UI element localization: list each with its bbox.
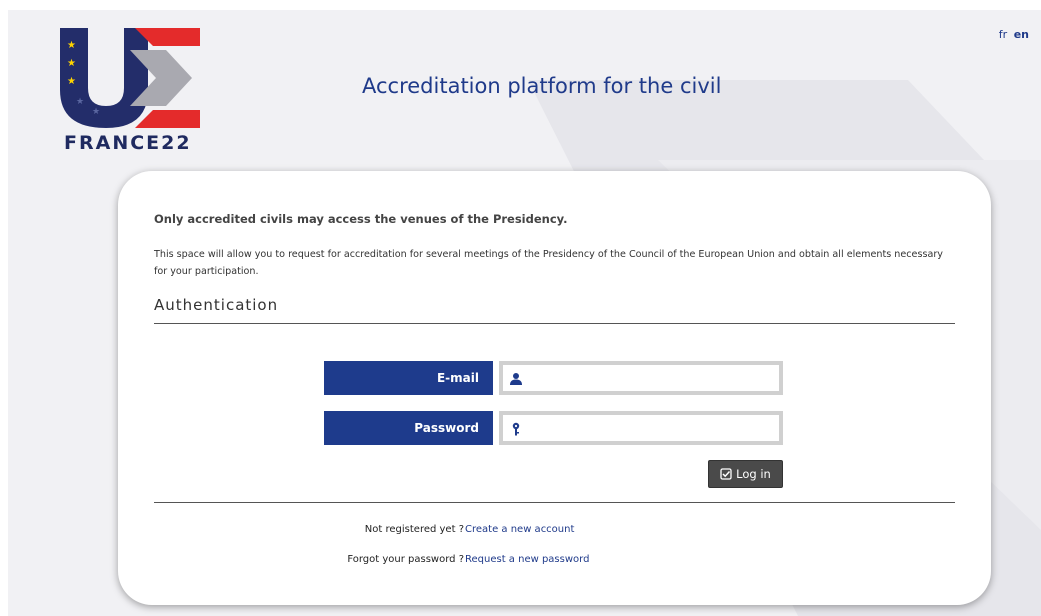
lang-fr[interactable]: fr [999, 28, 1007, 41]
email-input[interactable] [503, 365, 779, 391]
platform-title: Accreditation platform for the civil [362, 74, 722, 98]
login-card: Only accredited civils may access the ve… [118, 171, 991, 605]
svg-text:★: ★ [76, 97, 84, 107]
create-account-link[interactable]: Create a new account [465, 524, 574, 535]
authentication-heading: Authentication [154, 296, 279, 314]
password-label: Password [324, 411, 493, 445]
check-square-icon [720, 468, 732, 480]
divider [154, 323, 955, 324]
password-field-wrapper [499, 411, 783, 445]
lang-en[interactable]: en [1014, 28, 1029, 41]
forgot-row: Forgot your password ? Request a new pas… [118, 554, 991, 570]
register-question: Not registered yet ? [364, 524, 464, 535]
svg-text:★: ★ [67, 58, 76, 69]
request-password-link[interactable]: Request a new password [465, 554, 589, 565]
password-input[interactable] [503, 415, 779, 441]
svg-text:★: ★ [67, 76, 76, 87]
language-switcher: fr en [996, 28, 1029, 41]
login-button-label: Log in [736, 467, 771, 481]
email-field-wrapper [499, 361, 783, 395]
login-button[interactable]: Log in [708, 460, 783, 488]
forgot-question: Forgot your password ? [347, 554, 464, 565]
email-label: E-mail [324, 361, 493, 395]
svg-text:★: ★ [92, 107, 100, 117]
register-row: Not registered yet ? Create a new accoun… [118, 524, 991, 540]
intro-title: Only accredited civils may access the ve… [154, 212, 568, 226]
intro-text: This space will allow you to request for… [154, 249, 943, 277]
logo-text: FRANCE22 [64, 132, 192, 154]
svg-text:★: ★ [67, 40, 76, 51]
divider [154, 502, 955, 503]
